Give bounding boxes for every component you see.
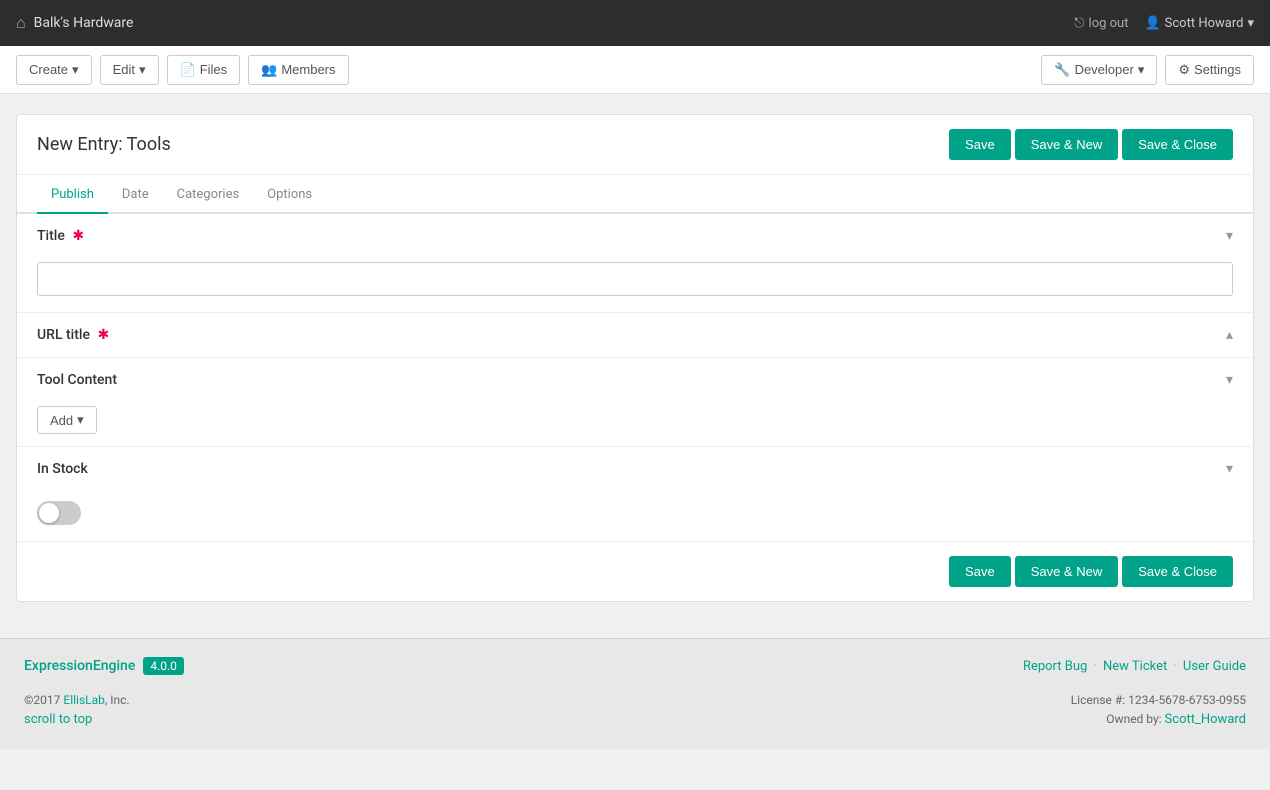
title-chevron-icon: ▾ xyxy=(1226,228,1233,244)
user-menu[interactable]: 👤 Scott Howard ▾ xyxy=(1144,16,1254,31)
members-icon: 👥 xyxy=(261,62,277,78)
in-stock-section: In Stock ▾ xyxy=(17,447,1253,542)
footer-brand: ExpressionEngine 4.0.0 xyxy=(24,657,184,675)
footer-copyright: ©2017 EllisLab, Inc.scroll to top xyxy=(24,691,130,731)
title-input-wrap xyxy=(17,258,1253,312)
main-content: New Entry: Tools Save Save & New Save & … xyxy=(0,94,1270,638)
brand-name: ExpressionEngine xyxy=(24,658,135,674)
entry-card: New Entry: Tools Save Save & New Save & … xyxy=(16,114,1254,602)
secondary-nav: Create ▾ Edit ▾ 📄 Files 👥 Members 🔧 Deve… xyxy=(0,46,1270,94)
title-field-header[interactable]: Title ✱ ▾ xyxy=(17,214,1253,258)
url-title-required-marker: ✱ xyxy=(94,327,109,343)
save-button-bottom[interactable]: Save xyxy=(949,556,1011,587)
in-stock-label: In Stock xyxy=(37,461,88,477)
footer-sep-2: · xyxy=(1173,658,1177,674)
title-label: Title ✱ xyxy=(37,228,84,244)
tool-content-label: Tool Content xyxy=(37,372,117,388)
footer-links: Report Bug · New Ticket · User Guide xyxy=(1023,658,1246,674)
developer-icon: 🔧 xyxy=(1054,62,1070,78)
save-close-button-bottom[interactable]: Save & Close xyxy=(1122,556,1233,587)
site-title: Balk's Hardware xyxy=(34,15,134,31)
tool-content-chevron-icon: ▾ xyxy=(1226,372,1233,388)
in-stock-toggle-wrap xyxy=(17,491,1253,541)
save-button-top[interactable]: Save xyxy=(949,129,1011,160)
card-header: New Entry: Tools Save Save & New Save & … xyxy=(17,115,1253,175)
home-icon[interactable]: ⌂ xyxy=(16,13,26,33)
page-footer: ExpressionEngine 4.0.0 Report Bug · New … xyxy=(0,638,1270,749)
report-bug-link[interactable]: Report Bug xyxy=(1023,659,1087,674)
edit-chevron-icon: ▾ xyxy=(139,62,146,78)
files-icon: 📄 xyxy=(180,62,196,78)
card-title: New Entry: Tools xyxy=(37,134,171,155)
tab-publish[interactable]: Publish xyxy=(37,175,108,214)
footer-sep-1: · xyxy=(1093,658,1097,674)
in-stock-field-header[interactable]: In Stock ▾ xyxy=(17,447,1253,491)
user-icon: 👤 xyxy=(1144,16,1160,31)
developer-chevron-icon: ▾ xyxy=(1138,62,1145,78)
create-button[interactable]: Create ▾ xyxy=(16,55,92,85)
in-stock-toggle[interactable] xyxy=(37,501,81,525)
url-title-field-header[interactable]: URL title ✱ ▴ xyxy=(17,313,1253,357)
new-ticket-link[interactable]: New Ticket xyxy=(1103,659,1167,674)
scroll-to-top-link[interactable]: scroll to top xyxy=(24,712,92,727)
save-new-button-bottom[interactable]: Save & New xyxy=(1015,556,1119,587)
tool-content-field-header[interactable]: Tool Content ▾ xyxy=(17,358,1253,402)
create-chevron-icon: ▾ xyxy=(72,62,79,78)
tool-content-section: Tool Content ▾ Add ▾ xyxy=(17,358,1253,447)
settings-button[interactable]: ⚙ Settings xyxy=(1165,55,1254,85)
logout-icon: ⎋ xyxy=(1074,16,1084,31)
footer-top: ExpressionEngine 4.0.0 Report Bug · New … xyxy=(24,657,1246,675)
title-input[interactable] xyxy=(37,262,1233,296)
form-body: Title ✱ ▾ URL title ✱ ▴ xyxy=(17,214,1253,542)
title-section: Title ✱ ▾ xyxy=(17,214,1253,313)
version-badge: 4.0.0 xyxy=(143,657,184,675)
footer-license: License #: 1234-5678-6753-0955 Owned by:… xyxy=(1071,691,1246,731)
developer-button[interactable]: 🔧 Developer ▾ xyxy=(1041,55,1157,85)
add-chevron-icon: ▾ xyxy=(77,412,84,428)
tab-categories[interactable]: Categories xyxy=(163,175,254,214)
save-close-button-top[interactable]: Save & Close xyxy=(1122,129,1233,160)
ellislab-link[interactable]: EllisLab xyxy=(63,693,105,707)
title-required-marker: ✱ xyxy=(69,228,84,244)
tab-date[interactable]: Date xyxy=(108,175,163,214)
user-chevron-icon: ▾ xyxy=(1247,16,1254,31)
tab-options[interactable]: Options xyxy=(253,175,326,214)
footer-bottom: ©2017 EllisLab, Inc.scroll to top Licens… xyxy=(24,691,1246,731)
edit-button[interactable]: Edit ▾ xyxy=(100,55,159,85)
add-content-button[interactable]: Add ▾ xyxy=(37,406,97,434)
logout-link[interactable]: ⎋ log out xyxy=(1074,16,1128,31)
owner-link[interactable]: Scott_Howard xyxy=(1165,712,1246,727)
url-title-section: URL title ✱ ▴ xyxy=(17,313,1253,358)
user-guide-link[interactable]: User Guide xyxy=(1183,659,1246,674)
tabs-bar: Publish Date Categories Options xyxy=(17,175,1253,214)
top-nav: ⌂ Balk's Hardware ⎋ log out 👤 Scott Howa… xyxy=(0,0,1270,46)
in-stock-chevron-icon: ▾ xyxy=(1226,461,1233,477)
files-button[interactable]: 📄 Files xyxy=(167,55,241,85)
card-footer: Save Save & New Save & Close xyxy=(17,542,1253,601)
header-btn-group: Save Save & New Save & Close xyxy=(949,129,1233,160)
settings-icon: ⚙ xyxy=(1178,62,1190,78)
url-title-chevron-icon: ▴ xyxy=(1226,327,1233,343)
save-new-button-top[interactable]: Save & New xyxy=(1015,129,1119,160)
url-title-label: URL title ✱ xyxy=(37,327,109,343)
members-button[interactable]: 👥 Members xyxy=(248,55,348,85)
